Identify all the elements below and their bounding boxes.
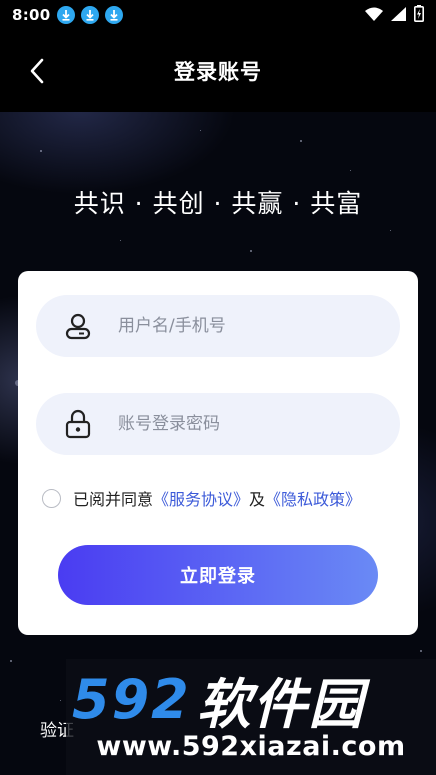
wifi-icon bbox=[365, 6, 383, 25]
agreement-row: 已阅并同意 《服务协议》 及 《隐私政策》 bbox=[42, 486, 361, 510]
page-title: 登录账号 bbox=[174, 60, 262, 84]
service-agreement-link[interactable]: 《服务协议》 bbox=[153, 486, 249, 510]
watermark-url: www.592xiazai.com bbox=[96, 731, 406, 762]
login-button[interactable]: 立即登录 bbox=[58, 545, 378, 605]
username-field[interactable] bbox=[36, 295, 400, 357]
download-icon bbox=[80, 6, 99, 24]
agreement-checkbox[interactable] bbox=[42, 488, 61, 508]
password-field[interactable] bbox=[36, 393, 400, 455]
lock-icon bbox=[60, 406, 96, 442]
signal-icon bbox=[391, 6, 406, 25]
status-time: 8:00 bbox=[12, 6, 51, 24]
download-icon bbox=[56, 6, 75, 24]
username-input[interactable] bbox=[118, 316, 378, 336]
agreement-conjunction: 及 bbox=[249, 490, 266, 509]
login-card: 已阅并同意 《服务协议》 及 《隐私政策》 立即登录 bbox=[18, 271, 418, 635]
watermark-logo: 592 软件园 bbox=[72, 667, 365, 736]
battery-charging-icon bbox=[414, 4, 424, 26]
status-bar: 8:00 bbox=[0, 0, 436, 30]
password-input[interactable] bbox=[118, 414, 378, 434]
watermark-number: 592 bbox=[72, 667, 191, 731]
user-icon bbox=[60, 308, 96, 344]
slogan: 共识 · 共创 · 共赢 · 共富 bbox=[73, 189, 363, 218]
agreement-prefix: 已阅并同意 bbox=[73, 490, 154, 509]
watermark-overlay: 592 软件园 www.592xiazai.com bbox=[66, 659, 436, 775]
app-header: 登录账号 bbox=[0, 30, 436, 112]
privacy-policy-link[interactable]: 《隐私政策》 bbox=[265, 486, 361, 510]
download-icon bbox=[104, 6, 123, 24]
watermark-chinese: 软件园 bbox=[196, 672, 365, 736]
